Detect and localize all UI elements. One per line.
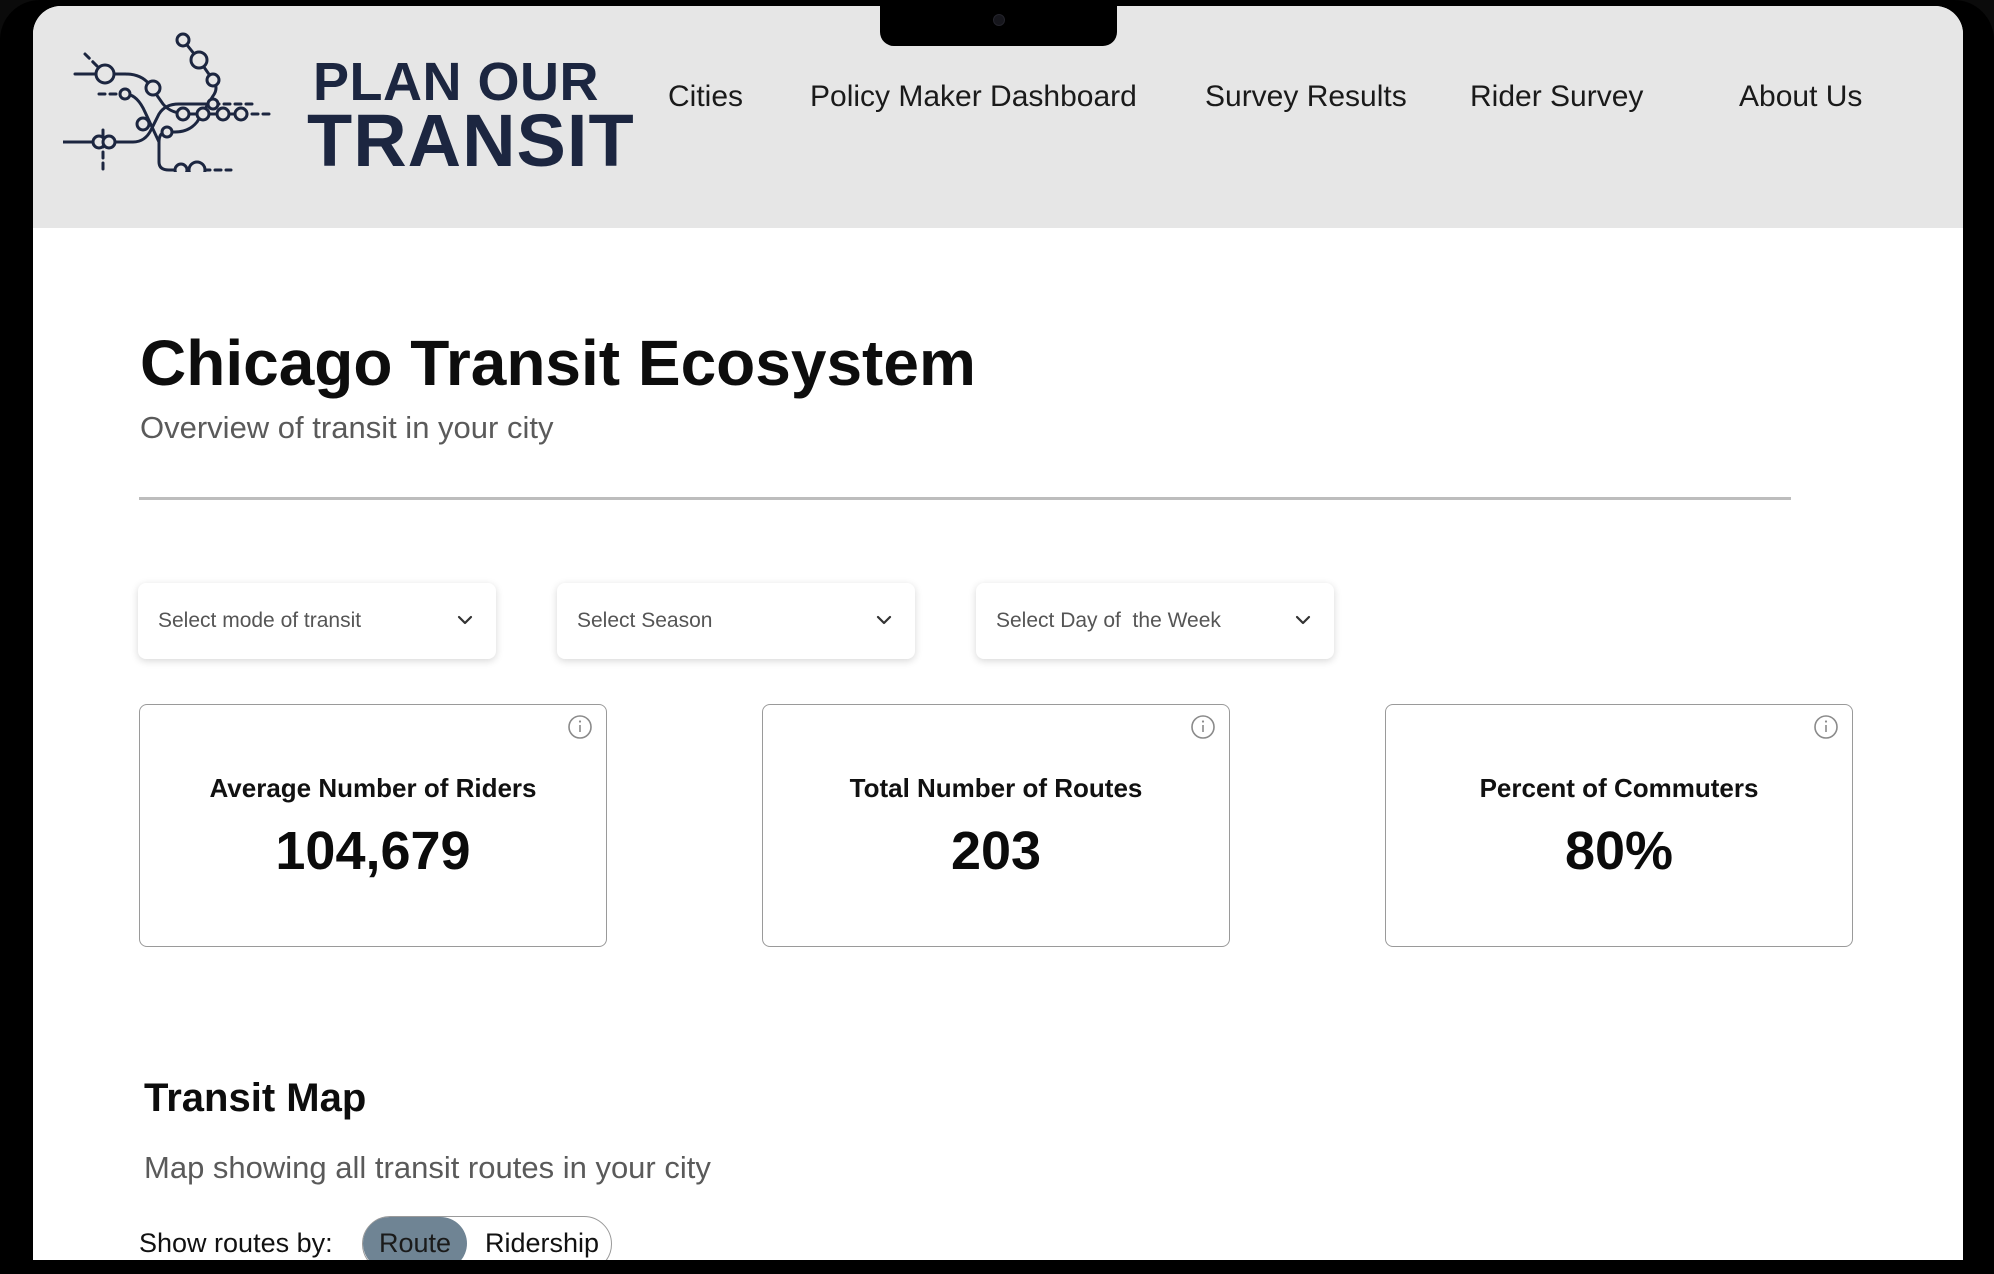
metric-label: Total Number of Routes [849,773,1143,803]
select-placeholder: Select mode of transit [158,609,362,632]
screen: PLAN OUR TRANSIT Cities Policy Maker Das… [33,6,1963,1260]
chevron-down-icon [1295,615,1311,625]
section-divider [139,497,1791,500]
chevron-down-icon [457,615,473,625]
metric-value: 80% [1564,821,1674,881]
toggle-option-ridership[interactable]: Ridership [479,1217,605,1260]
transit-map-title: Transit Map [144,1076,367,1120]
show-routes-by-label: Show routes by: [139,1228,333,1258]
metric-card-total-routes: Total Number of Routes 203 [762,704,1230,947]
metric-value: 203 [950,821,1042,881]
info-icon[interactable] [566,713,594,741]
chevron-down-icon [876,615,892,625]
nav-item-cities[interactable]: Cities [668,80,743,114]
metric-value: 104,679 [275,821,471,881]
nav-item-about-us[interactable]: About Us [1739,80,1862,114]
transit-map-subtitle: Map showing all transit routes in your c… [144,1150,711,1185]
info-icon[interactable] [1812,713,1840,741]
metric-label: Percent of Commuters [1479,773,1759,803]
day-of-week-select[interactable]: Select Day of the Week [976,583,1334,659]
page-title: Chicago Transit Ecosystem [140,327,976,399]
metric-label: Average Number of Riders [209,773,537,803]
select-placeholder: Select Day of the Week [996,609,1221,632]
metric-card-percent-commuters: Percent of Commuters 80% [1385,704,1853,947]
page-subtitle: Overview of transit in your city [140,410,554,445]
nav-item-policy-maker-dashboard[interactable]: Policy Maker Dashboard [810,80,1137,114]
routes-view-toggle: Route Ridership [362,1216,612,1260]
info-icon[interactable] [1189,713,1217,741]
metric-card-average-riders: Average Number of Riders 104,679 [139,704,607,947]
nav-item-survey-results[interactable]: Survey Results [1205,80,1407,114]
main-nav: Cities Policy Maker Dashboard Survey Res… [33,80,1963,120]
camera-icon [993,14,1005,26]
camera-notch [880,6,1117,46]
nav-item-rider-survey[interactable]: Rider Survey [1470,80,1643,114]
transit-mode-select[interactable]: Select mode of transit [138,583,496,659]
season-select[interactable]: Select Season [557,583,915,659]
toggle-option-route[interactable]: Route [363,1217,467,1260]
select-placeholder: Select Season [577,609,713,632]
